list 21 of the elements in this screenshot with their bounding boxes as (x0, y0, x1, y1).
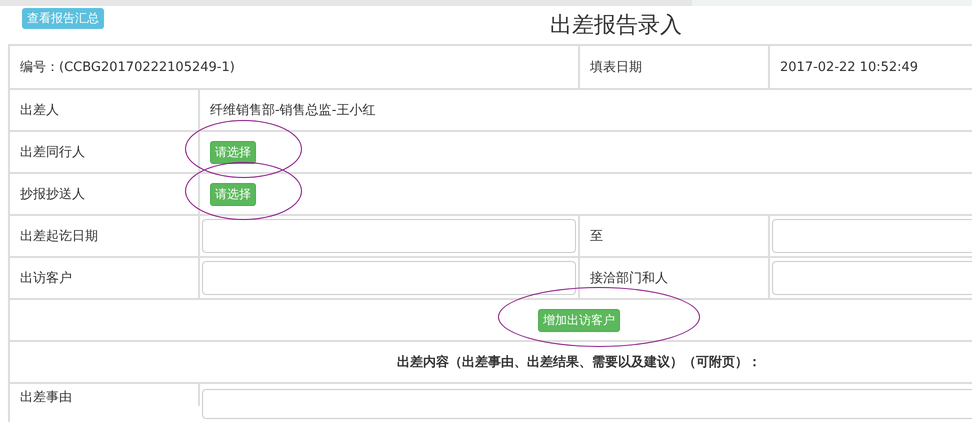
field-label: 出差事由 (10, 384, 200, 406)
select-button[interactable]: 请选择 (210, 182, 256, 206)
text-area[interactable] (202, 389, 972, 419)
input-field[interactable] (202, 219, 576, 253)
date-value: 2017-02-22 10:52:49 (770, 46, 972, 88)
field-label: 出访客户 (10, 258, 200, 298)
select-button[interactable]: 请选择 (210, 140, 256, 164)
summary-button[interactable]: 查看报告汇总 (22, 8, 104, 29)
input-field[interactable] (202, 261, 576, 295)
section-heading: 出差内容（出差事由、出差结果、需要以及建议）（可附页）： (10, 342, 972, 382)
field-label: 抄报抄送人 (10, 174, 200, 214)
field-label: 接洽部门和人 (580, 258, 770, 298)
page-title: 出差报告录入 (550, 12, 682, 40)
field-label: 出差同行人 (10, 132, 200, 172)
report-number: 编号：(CCBG20170222105249-1) (10, 46, 580, 88)
field-label: 出差人 (10, 90, 200, 130)
date-label: 填表日期 (580, 46, 770, 88)
field-label: 至 (580, 216, 770, 256)
add-customer-button[interactable]: 增加出访客户 (538, 308, 620, 332)
field-value: 纤维销售部-销售总监-王小红 (200, 90, 972, 130)
field-label: 出差起讫日期 (10, 216, 200, 256)
